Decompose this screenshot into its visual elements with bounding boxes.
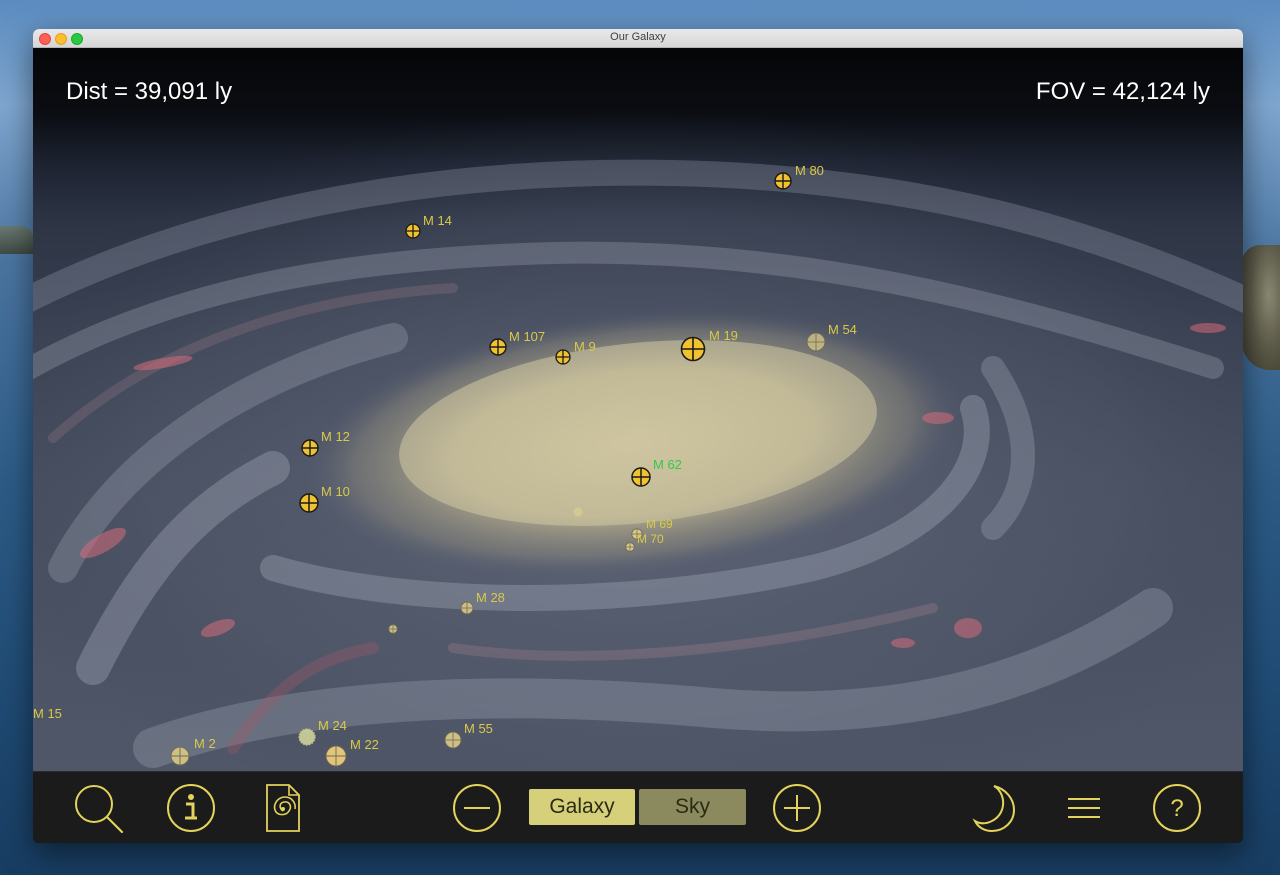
moon-icon: [972, 785, 1016, 833]
marker-m14-icon[interactable]: [405, 223, 421, 239]
search-icon: [75, 785, 124, 834]
marker-m69-label[interactable]: M 69: [646, 517, 673, 531]
marker-m70-icon[interactable]: [625, 542, 635, 552]
marker-m54-icon[interactable]: [806, 332, 826, 352]
zoom-in-button[interactable]: [772, 772, 822, 843]
unlabeled-cluster-small-icon[interactable]: [388, 624, 398, 634]
marker-m12-icon[interactable]: [301, 439, 319, 457]
info-icon: [167, 784, 215, 832]
galaxy-render: [33, 108, 1243, 771]
marker-m28-icon[interactable]: [460, 601, 474, 615]
desktop-background-cliff: [0, 226, 34, 254]
marker-m62-icon[interactable]: [631, 467, 651, 487]
marker-m70-label[interactable]: M 70: [637, 532, 664, 546]
galaxy-document-button[interactable]: [263, 772, 303, 843]
galaxy-viewport[interactable]: Dist = 39,091 ly FOV = 42,124 ly M 80 M …: [33, 48, 1243, 771]
marker-m9-icon[interactable]: [555, 349, 571, 365]
zoom-out-button[interactable]: [452, 772, 502, 843]
bottom-toolbar: Galaxy Sky ?: [33, 771, 1243, 843]
fov-readout: FOV = 42,124 ly: [1035, 78, 1210, 105]
marker-m107-label[interactable]: M 107: [509, 329, 545, 344]
marker-m2-label[interactable]: M 2: [194, 736, 216, 751]
zoom-out-icon: [453, 784, 501, 832]
marker-m55-label[interactable]: M 55: [464, 721, 493, 736]
marker-m10-label[interactable]: M 10: [321, 484, 350, 499]
marker-m80-icon[interactable]: [774, 172, 792, 190]
marker-m14-label[interactable]: M 14: [423, 213, 452, 228]
marker-m19-label[interactable]: M 19: [709, 328, 738, 343]
marker-m24-label[interactable]: M 24: [318, 718, 347, 733]
zoom-in-icon: [773, 784, 821, 832]
marker-m24-icon[interactable]: [297, 727, 317, 747]
marker-m19-icon[interactable]: [680, 336, 706, 362]
night-mode-button[interactable]: [971, 772, 1017, 843]
marker-m55-icon[interactable]: [444, 731, 462, 749]
sky-view-segment[interactable]: Sky: [639, 789, 746, 825]
desktop-background-island: [1242, 245, 1280, 370]
marker-m22-label[interactable]: M 22: [350, 737, 379, 752]
marker-m9-label[interactable]: M 9: [574, 339, 596, 354]
marker-m22-icon[interactable]: [325, 745, 347, 767]
marker-m10-icon[interactable]: [299, 493, 319, 513]
marker-m28-label[interactable]: M 28: [476, 590, 505, 605]
menu-button[interactable]: [1066, 772, 1102, 843]
galaxy-document-icon: [266, 784, 300, 832]
help-button[interactable]: ?: [1151, 772, 1203, 843]
marker-m62-label[interactable]: M 62: [653, 457, 682, 472]
window-title: Our Galaxy: [610, 31, 666, 43]
title-bar: Our Galaxy: [33, 29, 1243, 48]
marker-m80-label[interactable]: M 80: [795, 163, 824, 178]
marker-m12-label[interactable]: M 12: [321, 429, 350, 444]
unlabeled-cluster-dot-icon[interactable]: [573, 507, 583, 517]
galaxy-view-segment[interactable]: Galaxy: [529, 789, 635, 825]
marker-m2-icon[interactable]: [170, 746, 190, 766]
marker-m54-label[interactable]: M 54: [828, 322, 857, 337]
info-button[interactable]: [165, 772, 217, 843]
svg-text:?: ?: [1170, 795, 1183, 822]
marker-m15-label[interactable]: M 15: [33, 706, 62, 721]
app-window: Our Galaxy Dist = 39,091 ly FOV = 42,124…: [33, 29, 1243, 843]
menu-icon: [1068, 798, 1100, 818]
distance-readout: Dist = 39,091 ly: [66, 78, 233, 105]
search-button[interactable]: [71, 772, 125, 843]
marker-m107-icon[interactable]: [489, 338, 507, 356]
help-icon: ?: [1153, 784, 1201, 832]
